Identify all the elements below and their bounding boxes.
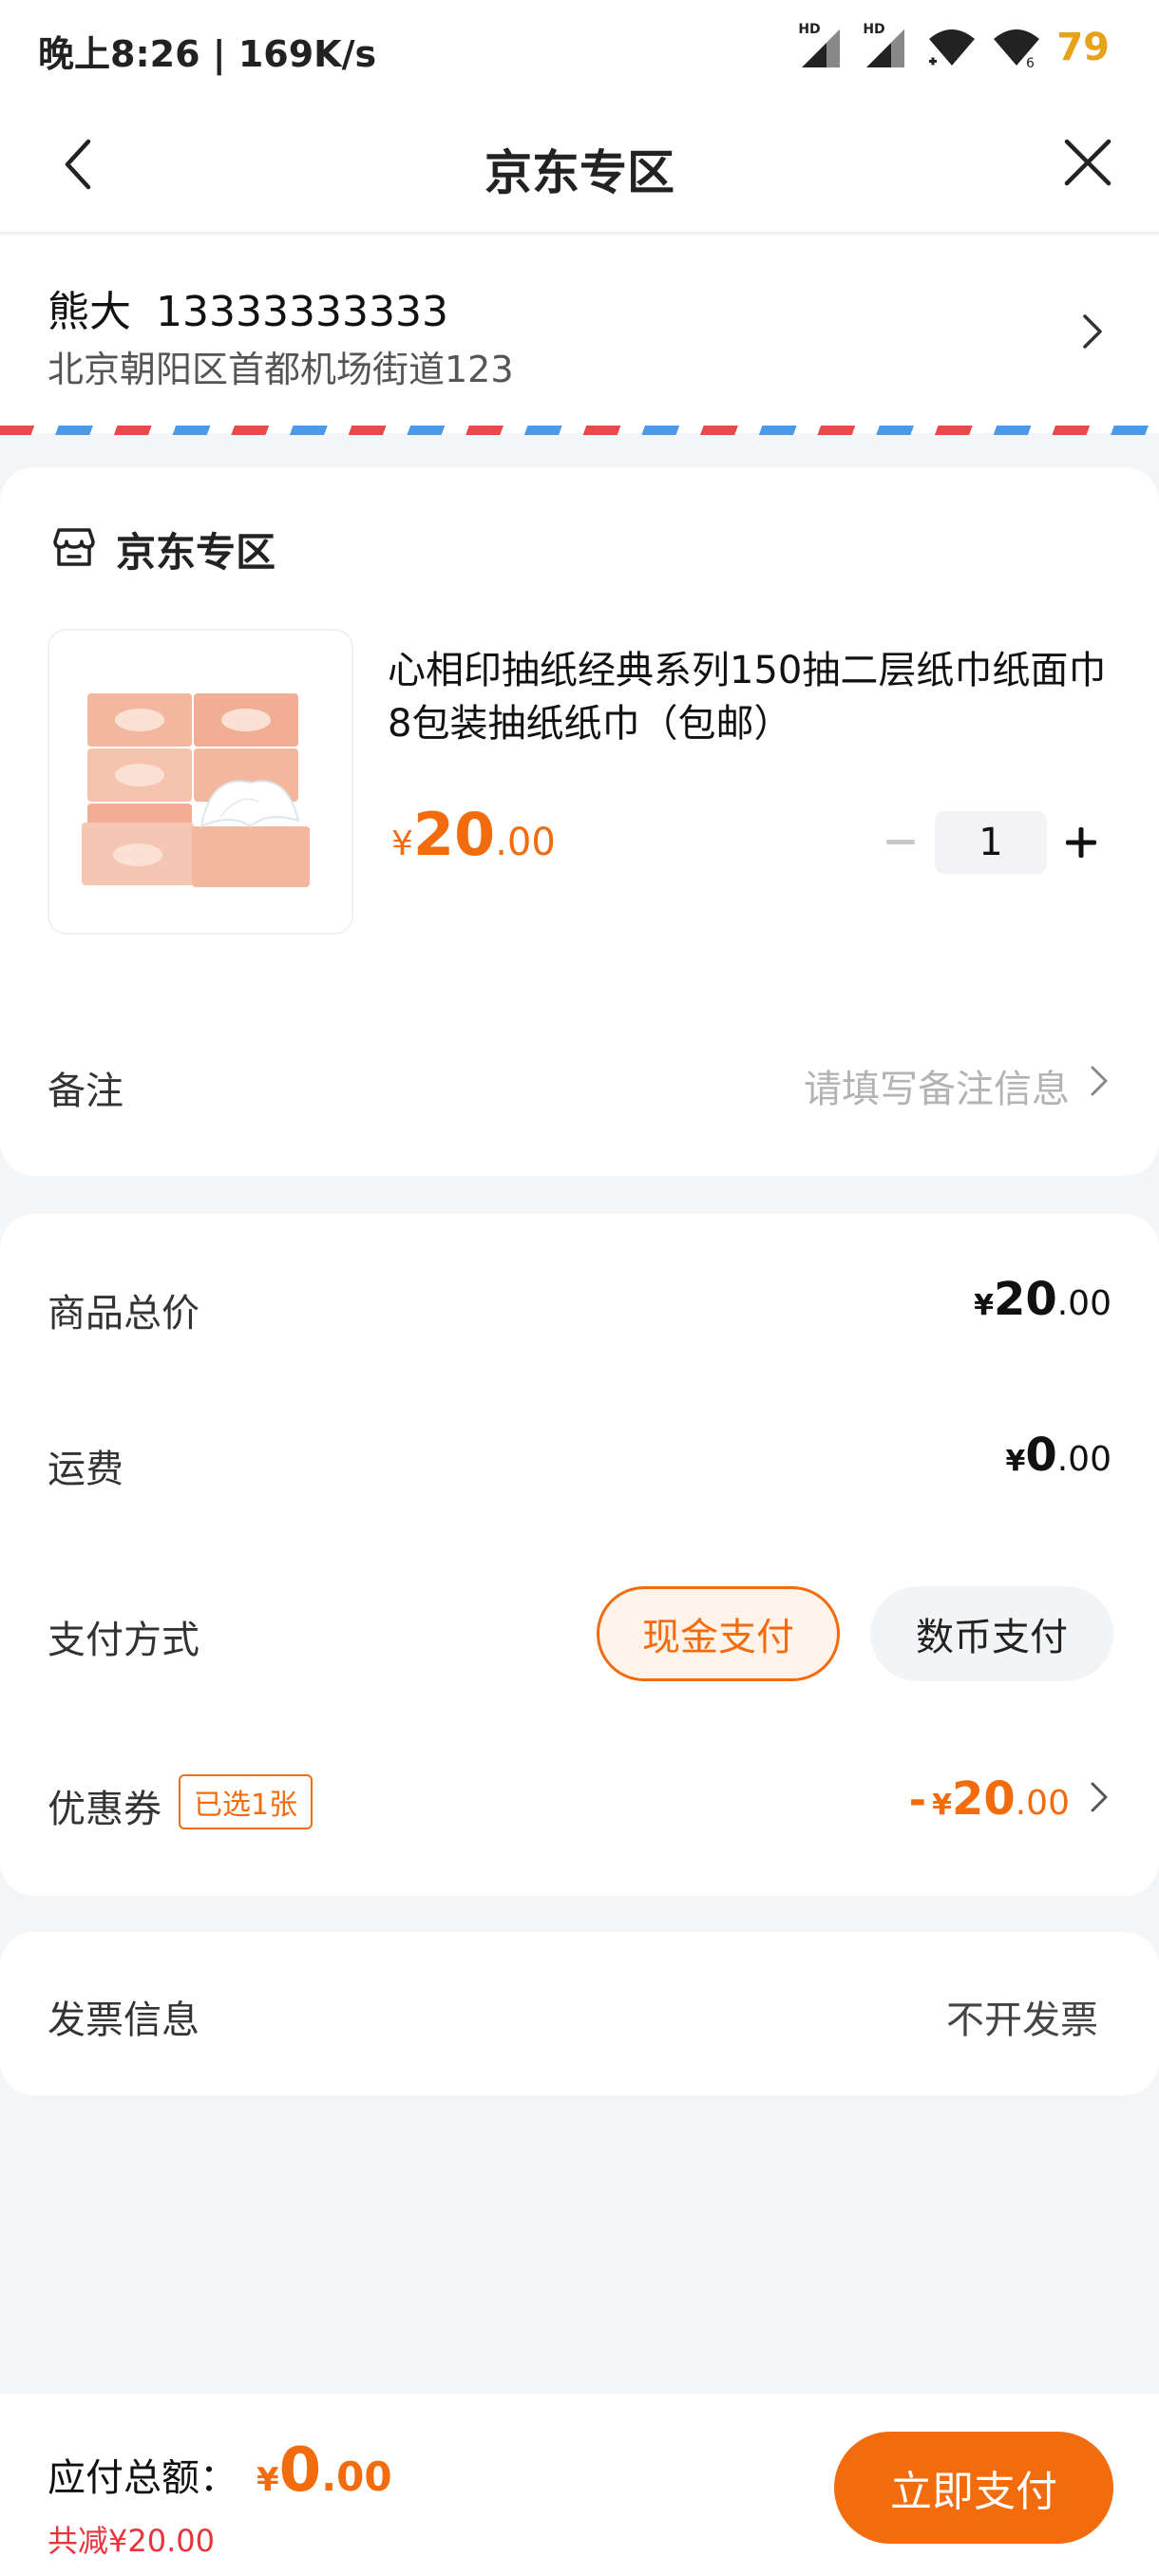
shop-card: 京东专区 心相印抽纸经典系列150抽二层纸巾纸面巾 8包装抽纸纸巾（包邮） ¥2… xyxy=(0,467,1159,1176)
shipping-label: 运费 xyxy=(48,1448,124,1491)
recipient-name: 熊大 xyxy=(48,288,131,336)
chevron-right-icon[interactable] xyxy=(1074,308,1112,355)
chevron-right-icon xyxy=(1089,1780,1110,1818)
remark-label: 备注 xyxy=(48,1070,124,1113)
pay-now-button[interactable]: 立即支付 xyxy=(834,2432,1113,2544)
svg-text:6: 6 xyxy=(1026,56,1035,69)
recipient-phone: 13333333333 xyxy=(156,288,448,336)
remark-placeholder: 请填写备注信息 xyxy=(804,1068,1070,1111)
wifi-6-icon: 6 xyxy=(992,26,1040,71)
shop-name: 京东专区 xyxy=(116,528,276,576)
status-icons: HD HD 6 79 xyxy=(798,21,1110,74)
page-title: 京东专区 xyxy=(484,145,674,200)
total-label: 应付总额： xyxy=(48,2456,238,2500)
shop-header: 京东专区 xyxy=(53,524,276,576)
discount-total: 共减¥20.00 xyxy=(48,2523,215,2559)
invoice-card[interactable]: 发票信息 不开发票 xyxy=(0,1932,1159,2095)
increase-button[interactable] xyxy=(1054,811,1108,874)
nav-bar: 京东专区 xyxy=(0,101,1159,234)
tissue-box-icon xyxy=(49,631,352,933)
close-icon[interactable] xyxy=(1054,129,1121,196)
coupon-amount: - ¥20.00 xyxy=(908,1772,1070,1826)
price-summary-card: 商品总价 ¥20.00 运费 ¥0.00 支付方式 现金支付 数币支付 优惠券 … xyxy=(0,1214,1159,1896)
battery-level: 79 xyxy=(1056,26,1110,69)
product-price: ¥20.00 xyxy=(391,800,556,869)
invoice-label: 发票信息 xyxy=(48,1998,200,2042)
plus-icon xyxy=(1066,827,1096,858)
goods-total-label: 商品总价 xyxy=(48,1292,200,1335)
invoice-value: 不开发票 xyxy=(946,1998,1098,2042)
chevron-right-icon xyxy=(1089,1064,1110,1108)
product-image[interactable] xyxy=(48,629,353,935)
remark-input[interactable]: 请填写备注信息 xyxy=(804,1058,1110,1113)
checkout-bar: 应付总额： ¥0.00 共减¥20.00 立即支付 xyxy=(0,2394,1159,2576)
minus-icon xyxy=(886,840,915,844)
address-detail: 北京朝阳区首都机场街道123 xyxy=(48,349,514,390)
status-time: 晚上8:26 | 169K/s xyxy=(38,33,377,75)
quantity-stepper: 1 xyxy=(874,811,1108,874)
cellular-signal-icon: HD xyxy=(798,22,842,69)
product-title[interactable]: 心相印抽纸经典系列150抽二层纸巾纸面巾 8包装抽纸纸巾（包邮） xyxy=(388,644,1110,750)
goods-total-amount: ¥20.00 xyxy=(974,1273,1112,1326)
decrease-button[interactable] xyxy=(874,811,927,874)
store-icon xyxy=(53,526,95,572)
payment-method-label: 支付方式 xyxy=(48,1619,200,1662)
digital-currency-option[interactable]: 数币支付 xyxy=(870,1586,1113,1681)
cash-payment-option[interactable]: 现金支付 xyxy=(597,1586,840,1681)
cellular-signal-2-icon: HD xyxy=(863,22,906,69)
shipping-address[interactable]: 熊大 13333333333 北京朝阳区首都机场街道123 xyxy=(0,236,1159,433)
coupon-selector[interactable]: - ¥20.00 xyxy=(909,1772,1110,1826)
total-amount: ¥0.00 xyxy=(256,2435,392,2506)
quantity-value[interactable]: 1 xyxy=(935,811,1047,874)
total-line: 应付总额： ¥0.00 xyxy=(48,2435,392,2506)
coupon-selected-badge: 已选1张 xyxy=(179,1774,314,1829)
envelope-stripe xyxy=(0,426,1159,435)
coupon-label: 优惠券 xyxy=(48,1788,162,1831)
wifi-icon xyxy=(927,26,976,69)
shipping-amount: ¥0.00 xyxy=(1005,1429,1112,1482)
recipient-line: 熊大 13333333333 xyxy=(48,277,448,338)
status-bar: 晚上8:26 | 169K/s HD HD 6 79 xyxy=(0,0,1159,101)
